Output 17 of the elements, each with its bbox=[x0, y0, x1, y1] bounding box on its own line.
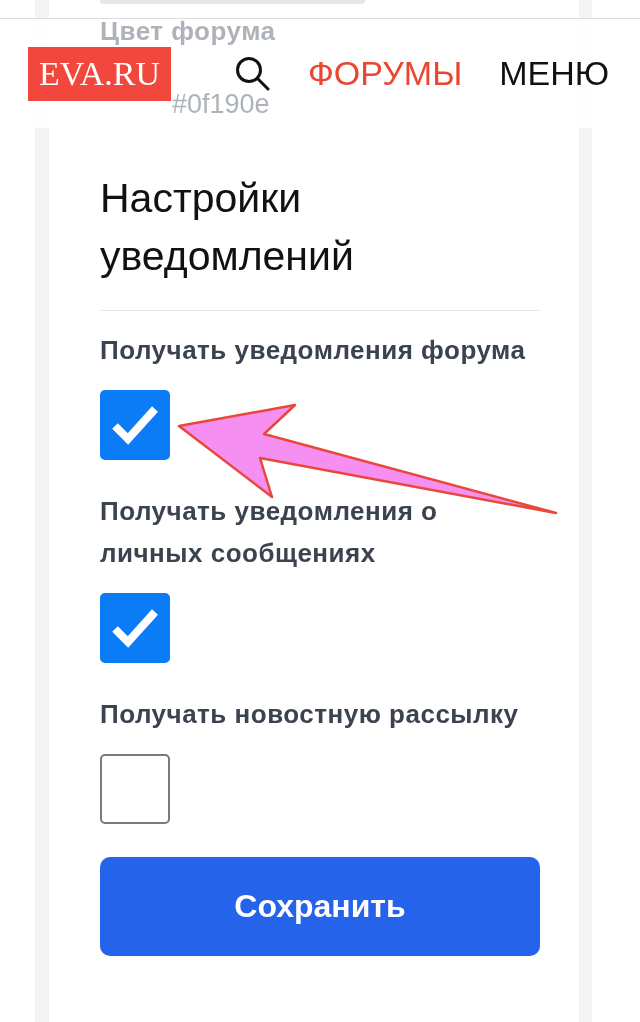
section-title: Настройки уведомлений bbox=[100, 174, 355, 281]
checkbox-label: Получать уведомления форума bbox=[100, 334, 527, 367]
checkbox[interactable] bbox=[100, 593, 170, 663]
site-logo[interactable]: EVA.RU bbox=[28, 46, 171, 101]
checkbox-label: Получать новостную рассылку bbox=[100, 698, 520, 731]
nav-link[interactable]: МЕНЮ bbox=[499, 54, 610, 93]
check-icon bbox=[112, 404, 158, 446]
search-button[interactable] bbox=[235, 56, 270, 91]
checkbox-label: Получать уведомления о личных сообщениях bbox=[100, 495, 439, 570]
checkbox[interactable] bbox=[100, 754, 170, 824]
nav-link[interactable]: ФОРУМЫ bbox=[308, 54, 463, 93]
save-button[interactable]: Сохранить bbox=[100, 857, 540, 956]
color-value: #0f190e bbox=[172, 88, 270, 121]
search-icon bbox=[235, 56, 270, 91]
check-icon bbox=[112, 607, 158, 649]
checkbox[interactable] bbox=[100, 390, 170, 460]
field-label: Цвет форума bbox=[100, 15, 276, 48]
